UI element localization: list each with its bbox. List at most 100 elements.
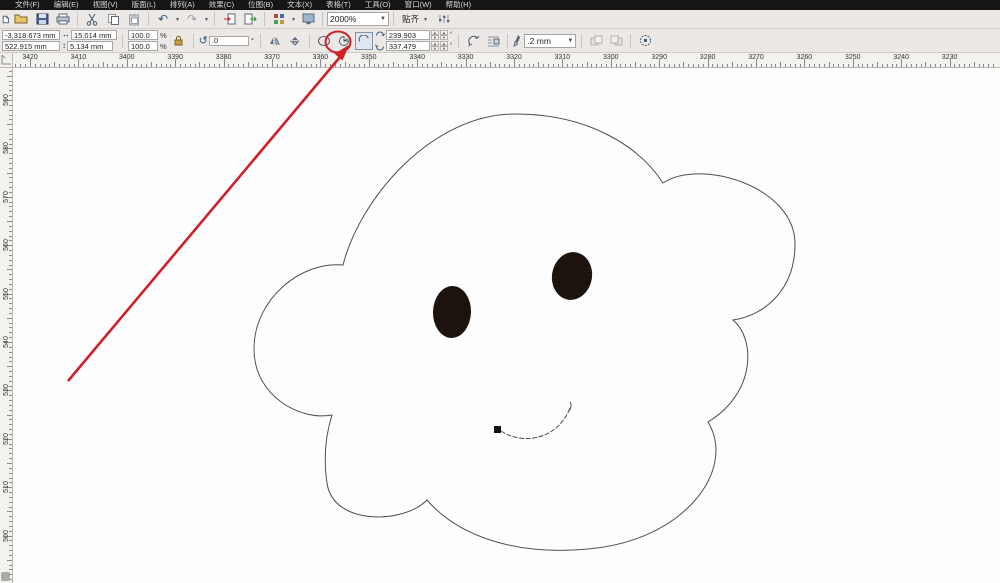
ruler-tick (7, 172, 12, 174)
chevron-down-icon: ▾ (424, 16, 428, 23)
menu-item[interactable]: 表格(T) (319, 0, 358, 10)
ruler-tick (25, 64, 27, 67)
scale-y-field[interactable]: 100.0 (128, 41, 158, 51)
vertical-ruler[interactable]: 590 580 570 560 550 540 530 520 510 500 (0, 68, 13, 583)
size-width-field[interactable]: 15.014 mm (71, 30, 117, 40)
import-button[interactable] (219, 11, 239, 28)
ruler-tick (257, 64, 259, 67)
scale-x-field[interactable]: 100.0 (128, 30, 158, 40)
menu-item[interactable]: 视图(V) (86, 0, 125, 10)
redo-button[interactable]: ↷ (182, 11, 202, 28)
menu-item[interactable]: 工具(O) (358, 0, 398, 10)
end-angle-fine-spinner[interactable]: ▴ ▾ (439, 41, 448, 51)
ruler-tick (310, 64, 312, 67)
new-document-button[interactable] (1, 11, 10, 28)
cut-button[interactable] (82, 11, 102, 28)
arc-button[interactable] (354, 31, 373, 50)
mirror-horizontal-icon (269, 36, 281, 46)
horizontal-ruler[interactable]: 3420 3410 3400 3390 3380 3370 3360 3350 3340 3330… (13, 53, 1000, 68)
menu-item[interactable]: 帮助(H) (439, 0, 478, 10)
ruler-origin-corner[interactable] (0, 53, 13, 68)
spinner-down-icon[interactable]: ▾ (439, 46, 448, 51)
zoom-level-combo[interactable]: 2000% ▼ (327, 12, 389, 26)
ruler-tick (896, 64, 898, 67)
position-y-field[interactable]: 522.915 mm (2, 41, 60, 51)
copy-button[interactable] (103, 11, 123, 28)
mirror-horizontal-button[interactable] (266, 32, 284, 50)
print-button[interactable] (53, 11, 73, 28)
ruler-tick (296, 62, 298, 67)
position-x-field[interactable]: -3,318.673 mm (2, 30, 60, 40)
change-direction-button[interactable] (464, 32, 482, 50)
end-angle-spinner[interactable]: ▴ ▾ (430, 41, 439, 51)
ruler-tick (407, 64, 409, 67)
propbar-separator (192, 33, 194, 48)
spinner-down-icon[interactable]: ▾ (430, 35, 439, 40)
ruler-tick (751, 64, 753, 67)
ruler-tick (475, 64, 477, 67)
ruler-tick (543, 64, 545, 67)
menu-item[interactable]: 编辑(E) (47, 0, 86, 10)
options-button[interactable] (434, 11, 454, 28)
outline-width-combo[interactable]: .2 mm ▼ (524, 33, 577, 48)
menu-item[interactable]: 窗口(W) (398, 0, 439, 10)
ruler-tick (9, 429, 12, 431)
change-direction-icon (467, 35, 480, 47)
ruler-tick (9, 521, 12, 523)
wrap-text-settings-button[interactable] (484, 32, 502, 50)
to-back-button[interactable] (607, 32, 625, 50)
ruler-tick (9, 545, 12, 547)
toolbar-separator (264, 12, 265, 26)
export-button[interactable] (240, 11, 260, 28)
undo-button[interactable]: ↶ (153, 11, 173, 28)
menu-item[interactable]: 位图(B) (241, 0, 280, 10)
ellipse-button[interactable] (315, 32, 333, 50)
spinner-down-icon[interactable]: ▾ (439, 35, 448, 40)
launcher-dropdown[interactable]: ▾ (290, 16, 297, 23)
zoom-level-value: 2000% (330, 14, 357, 24)
end-angle-field[interactable]: 337.479 (385, 41, 430, 51)
rotation-angle-field[interactable]: .0 (208, 35, 249, 46)
paste-button[interactable] (124, 11, 144, 28)
menu-item[interactable]: 效果(C) (202, 0, 241, 10)
snap-label: 贴齐 (402, 14, 420, 24)
open-button[interactable] (11, 11, 31, 28)
undo-dropdown[interactable]: ▾ (174, 16, 181, 23)
snap-to-button[interactable]: 贴齐 ▾ (398, 12, 433, 27)
ruler-tick (770, 64, 772, 67)
start-angle-spinner[interactable]: ▴ ▾ (430, 30, 439, 40)
ruler-tick (460, 64, 462, 67)
ruler-label: 3330 (457, 54, 474, 61)
ruler-tick (83, 64, 85, 67)
ruler-tick (63, 64, 65, 67)
ruler-tick (102, 62, 104, 67)
application-launcher-button[interactable] (269, 11, 289, 28)
ruler-tick (9, 70, 12, 72)
convert-to-curves-button[interactable] (636, 32, 654, 50)
ruler-tick (9, 211, 12, 213)
ruler-tick (697, 64, 699, 67)
menu-item[interactable]: 文件(F) (8, 0, 47, 10)
menu-item[interactable]: 文本(X) (280, 0, 319, 10)
start-angle-fine-spinner[interactable]: ▴ ▾ (439, 30, 448, 40)
redo-dropdown[interactable]: ▾ (203, 16, 210, 23)
ruler-tick (7, 221, 12, 222)
drawing-canvas[interactable] (13, 68, 1000, 583)
start-angle-field[interactable]: 239.903 (385, 30, 430, 40)
mirror-vertical-button[interactable] (286, 32, 304, 50)
save-button[interactable] (32, 11, 52, 28)
lock-ratio-button[interactable] (170, 32, 188, 50)
menu-item[interactable]: 排列(A) (163, 0, 202, 10)
ruler-tick (73, 64, 75, 67)
menu-item[interactable]: 版面(L) (125, 0, 163, 10)
ruler-tick (944, 64, 946, 67)
size-height-field[interactable]: 5.134 mm (67, 41, 113, 51)
to-front-button[interactable] (587, 32, 605, 50)
spinner-down-icon[interactable]: ▾ (430, 46, 439, 51)
ruler-tick (688, 64, 690, 67)
welcome-screen-button[interactable] (298, 11, 318, 28)
ruler-tick (915, 64, 917, 67)
scale-group: 100.0% 100.0% (128, 30, 168, 51)
ruler-tick (267, 64, 269, 67)
pie-button[interactable] (335, 32, 353, 50)
